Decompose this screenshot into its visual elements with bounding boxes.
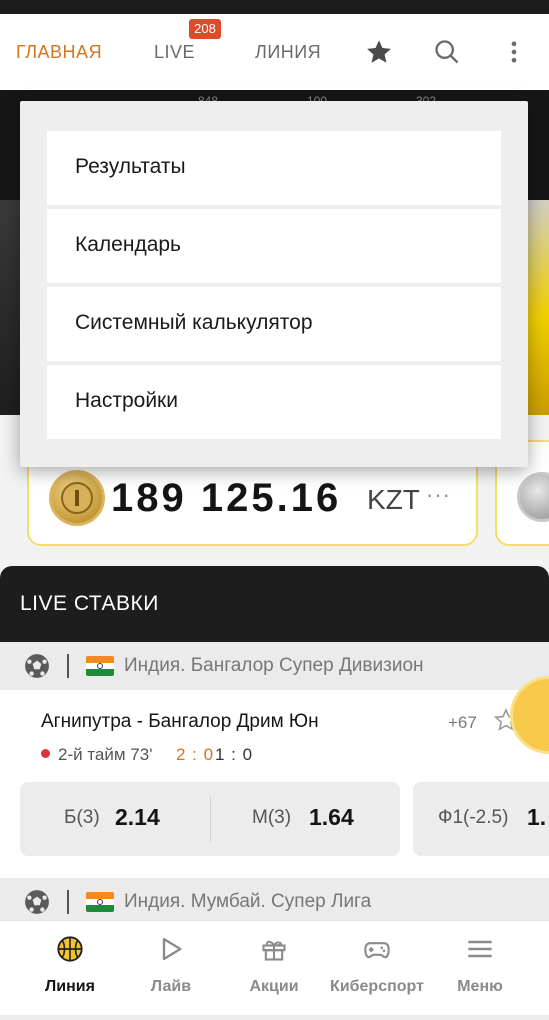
india-flag-icon — [86, 892, 114, 912]
odd-value[interactable]: 2.14 — [115, 804, 160, 831]
match-teams: Агнипутра - Бангалор Дрим Юн — [41, 711, 319, 732]
top-nav: ГЛАВНАЯ LIVE 208 ЛИНИЯ — [0, 14, 549, 90]
bottom-nav-line[interactable]: Линия — [15, 921, 125, 1020]
basketball-icon — [57, 936, 83, 962]
menu-item-results[interactable]: Результаты — [47, 131, 501, 205]
odd-label[interactable]: М(3) — [252, 807, 291, 829]
live-count-badge: 208 — [189, 19, 221, 39]
menu-icon — [468, 940, 492, 958]
league-row[interactable]: Индия. Мумбай. Супер Лига — [0, 878, 549, 926]
bottom-nav-label: Лайв — [150, 978, 192, 995]
bottom-nav-label: Акции — [249, 978, 299, 995]
soccer-ball-icon — [25, 654, 49, 678]
bottom-nav-label: Киберспорт — [330, 978, 424, 995]
menu-item-label: Системный калькулятор — [75, 311, 313, 334]
bottom-nav-live[interactable]: Лайв — [116, 921, 226, 1020]
more-markets[interactable]: +67 — [448, 713, 477, 733]
odd-label[interactable]: Ф1(-2.5) — [438, 807, 508, 829]
league-row[interactable]: Индия. Бангалор Супер Дивизион — [0, 642, 549, 690]
half-score: 1 : 0 — [215, 745, 254, 764]
star-icon[interactable] — [365, 38, 393, 66]
tab-main[interactable]: ГЛАВНАЯ — [16, 42, 102, 63]
play-icon — [162, 937, 182, 961]
banner-image-right — [527, 200, 549, 415]
odd-label[interactable]: Б(3) — [64, 807, 100, 829]
bottom-nav-label: Линия — [45, 978, 95, 995]
divider — [67, 654, 69, 678]
bottom-nav: Линия Лайв Акции Киберспорт Меню — [0, 920, 549, 1020]
home-indicator-strip — [0, 1015, 549, 1020]
odds-group: Б(3) 2.14 М(3) 1.64 — [20, 782, 400, 856]
menu-item-system-calculator[interactable]: Системный калькулятор — [47, 287, 501, 361]
bottom-nav-esports[interactable]: Киберспорт — [322, 921, 432, 1020]
gamepad-icon — [364, 942, 390, 959]
tab-line[interactable]: ЛИНИЯ — [255, 42, 321, 63]
more-vertical-icon[interactable] — [500, 38, 528, 66]
match-score: 2 : 0 — [176, 745, 215, 764]
live-title: LIVE СТАВКИ — [20, 592, 159, 615]
coin-icon — [49, 470, 105, 526]
balance-currency: KZT — [367, 484, 420, 515]
menu-item-label: Календарь — [75, 233, 181, 256]
silver-coin-icon — [517, 472, 549, 522]
live-indicator-dot — [41, 749, 50, 758]
bottom-nav-promos[interactable]: Акции — [219, 921, 329, 1020]
overflow-menu: Результаты Календарь Системный калькулят… — [20, 101, 528, 467]
divider — [210, 796, 211, 842]
divider — [67, 890, 69, 914]
soccer-ball-icon — [25, 890, 49, 914]
search-icon[interactable] — [433, 38, 461, 66]
match-card[interactable]: Агнипутра - Бангалор Дрим Юн +67 2-й тай… — [0, 690, 549, 880]
menu-item-settings[interactable]: Настройки — [47, 365, 501, 439]
odds-group: Ф1(-2.5) 1. — [413, 782, 549, 856]
league-name: Индия. Мумбай. Супер Лига — [124, 891, 372, 912]
menu-item-label: Результаты — [75, 155, 186, 178]
balance-amount: 189 125.16 — [111, 476, 342, 520]
balance-more-icon[interactable]: ··· — [426, 482, 451, 508]
live-header: LIVE СТАВКИ — [0, 566, 549, 642]
status-bar — [0, 0, 549, 14]
gift-icon — [262, 940, 286, 961]
bottom-nav-menu[interactable]: Меню — [425, 921, 535, 1020]
match-period: 2-й тайм 73' — [58, 745, 153, 764]
odd-value[interactable]: 1. — [527, 804, 546, 831]
app-screen: ГЛАВНАЯ LIVE 208 ЛИНИЯ 848 100 302 189 1… — [0, 0, 549, 1020]
league-name: Индия. Бангалор Супер Дивизион — [124, 655, 424, 676]
menu-item-label: Настройки — [75, 389, 178, 412]
india-flag-icon — [86, 656, 114, 676]
bottom-nav-label: Меню — [457, 978, 503, 995]
menu-item-calendar[interactable]: Календарь — [47, 209, 501, 283]
tab-live[interactable]: LIVE — [154, 42, 195, 63]
odd-value[interactable]: 1.64 — [309, 804, 354, 831]
